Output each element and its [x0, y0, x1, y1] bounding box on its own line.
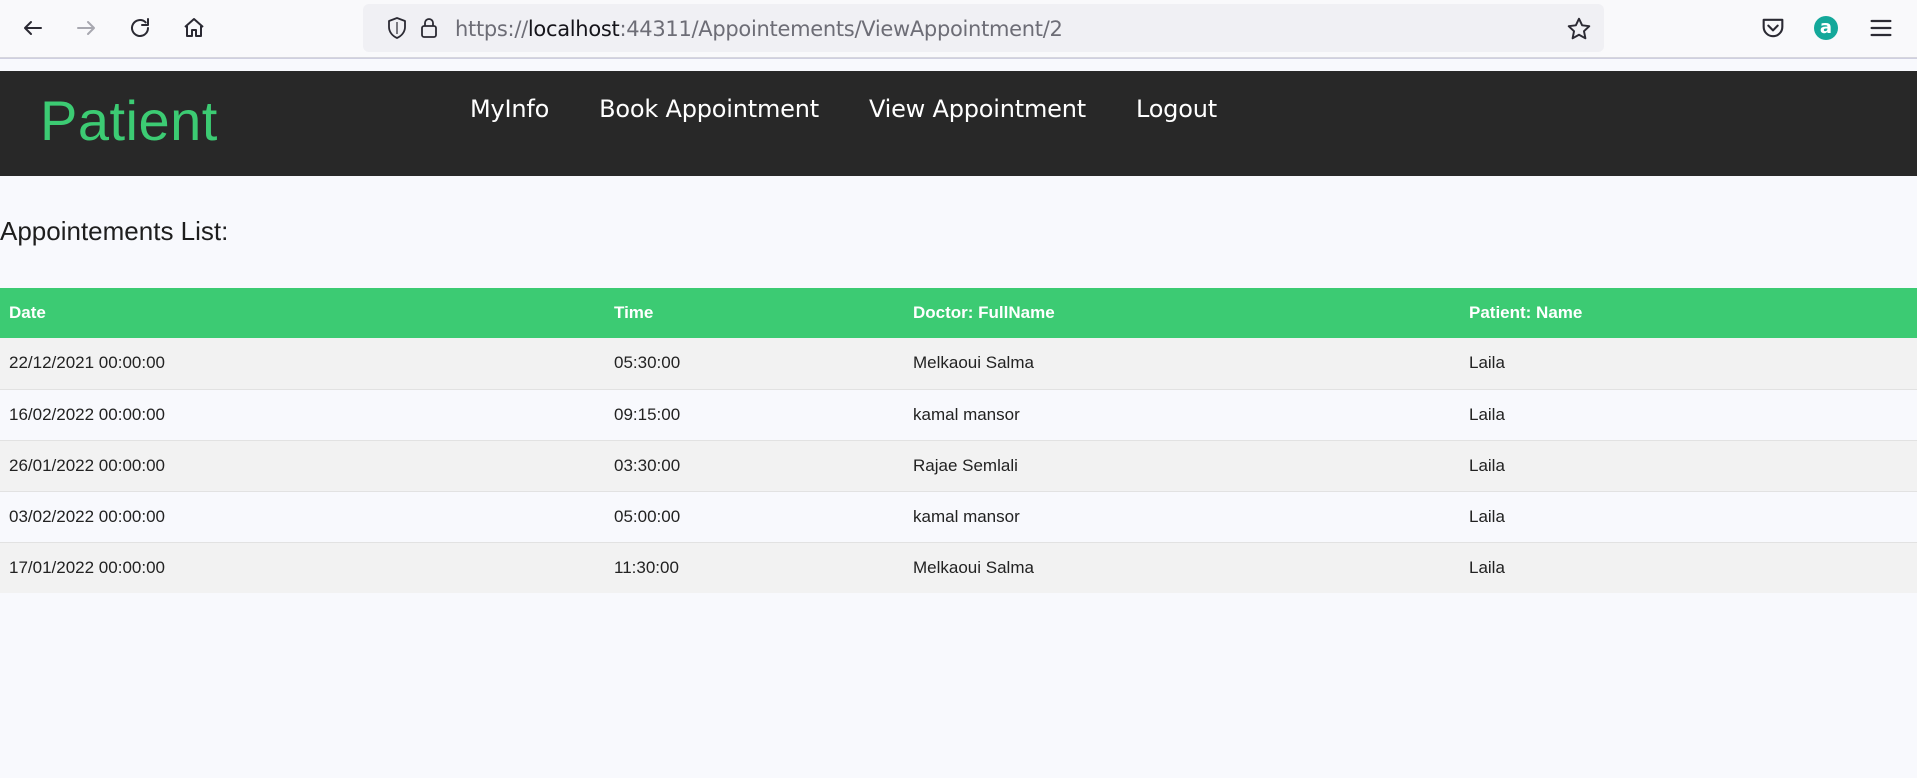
appointments-table: Date Time Doctor: FullName Patient: Name…: [0, 288, 1917, 593]
cell-patient: Laila: [1460, 338, 1917, 390]
lock-icon[interactable]: [417, 16, 441, 40]
nav-links: MyInfo Book Appointment View Appointment…: [470, 95, 1217, 123]
shield-icon[interactable]: [385, 16, 409, 40]
url-text[interactable]: https://localhost:44311/Appointements/Vi…: [455, 17, 1063, 41]
cell-date: 26/01/2022 00:00:00: [0, 440, 605, 492]
table-row: 16/02/2022 00:00:00 09:15:00 kamal manso…: [0, 389, 1917, 441]
cell-doctor: kamal mansor: [904, 389, 1460, 441]
table-row: 03/02/2022 00:00:00 05:00:00 kamal manso…: [0, 491, 1917, 543]
nav-view-appointment[interactable]: View Appointment: [869, 95, 1086, 123]
nav-logout[interactable]: Logout: [1136, 95, 1217, 123]
site-navbar: Patient MyInfo Book Appointment View App…: [0, 71, 1917, 176]
forward-icon[interactable]: [70, 12, 102, 44]
url-host: localhost: [527, 17, 620, 41]
cell-time: 11:30:00: [614, 557, 679, 577]
cell-doctor: Melkaoui Salma: [913, 557, 1034, 577]
brand-logo[interactable]: Patient: [40, 88, 218, 153]
table-header-row: Date Time Doctor: FullName Patient: Name: [0, 288, 1917, 338]
cell-patient: Laila: [1469, 557, 1505, 577]
cell-doctor: kamal mansor: [904, 491, 1460, 543]
browser-toolbar: https://localhost:44311/Appointements/Vi…: [0, 0, 1917, 59]
url-path: :44311/Appointements/ViewAppointment/2: [619, 17, 1063, 41]
hamburger-menu-icon[interactable]: [1867, 14, 1895, 42]
account-icon[interactable]: a: [1814, 16, 1838, 40]
url-bar[interactable]: https://localhost:44311/Appointements/Vi…: [363, 4, 1604, 52]
table-row: 17/01/2022 00:00:00 11:30:00 Melkaoui Sa…: [0, 542, 1917, 593]
reload-icon[interactable]: [124, 12, 156, 44]
nav-myinfo[interactable]: MyInfo: [470, 95, 549, 123]
header-doctor: Doctor: FullName: [913, 303, 1055, 322]
cell-patient: Laila: [1460, 389, 1917, 441]
nav-book-appointment[interactable]: Book Appointment: [599, 95, 819, 123]
cell-time: 09:15:00: [605, 389, 904, 441]
back-icon[interactable]: [17, 12, 49, 44]
cell-patient: Laila: [1460, 491, 1917, 543]
cell-date: 17/01/2022 00:00:00: [9, 557, 165, 577]
header-patient: Patient: Name: [1469, 303, 1583, 322]
cell-doctor: Rajae Semlali: [904, 440, 1460, 492]
cell-doctor: Melkaoui Salma: [904, 338, 1460, 390]
bookmark-star-icon[interactable]: [1566, 16, 1592, 42]
header-date: Date: [9, 303, 46, 322]
cell-time: 05:30:00: [605, 338, 904, 390]
cell-date: 16/02/2022 00:00:00: [0, 389, 605, 441]
cell-time: 03:30:00: [605, 440, 904, 492]
cell-date: 03/02/2022 00:00:00: [0, 491, 605, 543]
page-title: Appointements List:: [0, 216, 229, 246]
table-row: 22/12/2021 00:00:00 05:30:00 Melkaoui Sa…: [0, 338, 1917, 390]
url-scheme: https://: [455, 17, 528, 41]
table-row: 26/01/2022 00:00:00 03:30:00 Rajae Semla…: [0, 440, 1917, 492]
cell-time: 05:00:00: [605, 491, 904, 543]
header-time: Time: [614, 303, 654, 322]
cell-date: 22/12/2021 00:00:00: [0, 338, 605, 390]
pocket-icon[interactable]: [1759, 14, 1787, 42]
cell-patient: Laila: [1460, 440, 1917, 492]
home-icon[interactable]: [178, 12, 210, 44]
